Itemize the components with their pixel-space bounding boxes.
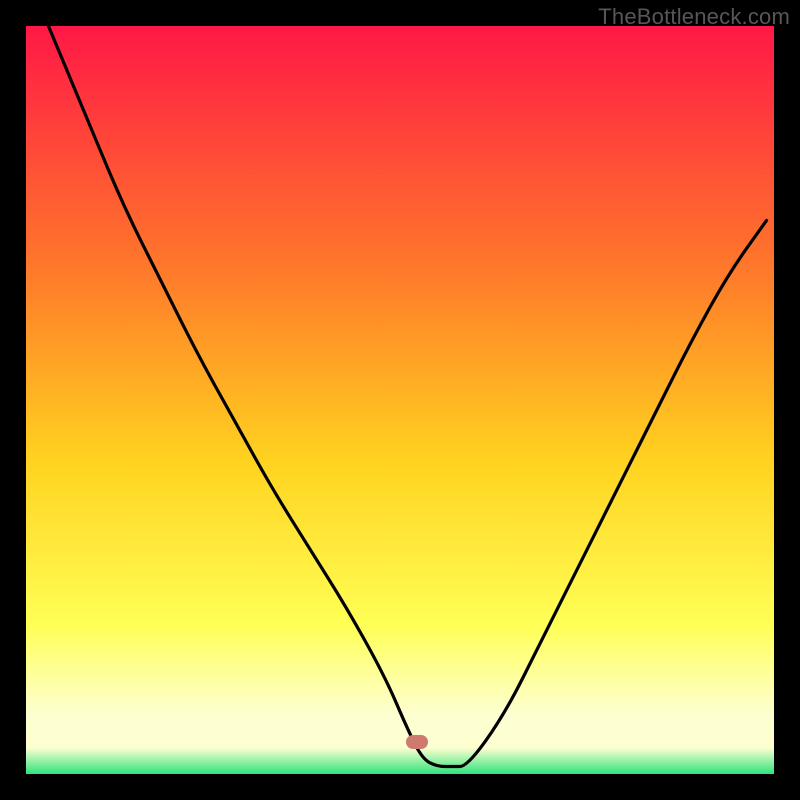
chart-frame: TheBottleneck.com [0, 0, 800, 800]
plot-area [26, 26, 774, 774]
bottleneck-curve [26, 26, 774, 774]
watermark-text: TheBottleneck.com [598, 4, 790, 30]
optimal-marker [406, 735, 428, 749]
